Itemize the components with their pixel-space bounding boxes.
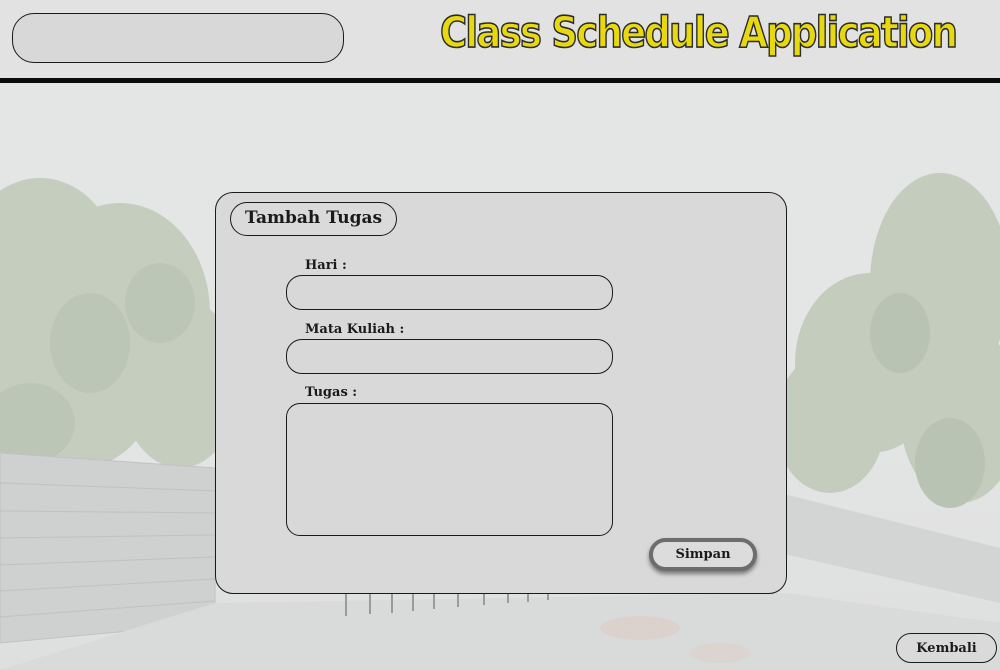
day-label: Hari : [305, 258, 347, 273]
task-textarea[interactable] [286, 403, 613, 536]
search-input[interactable] [12, 13, 344, 63]
task-label: Tugas : [305, 385, 358, 400]
back-button[interactable]: Kembali [896, 633, 997, 663]
day-input[interactable] [286, 275, 613, 310]
add-task-dialog: Tambah Tugas Hari : Mata Kuliah : Tugas … [215, 192, 787, 594]
app-title: Class Schedule Application [439, 7, 958, 59]
course-label: Mata Kuliah : [305, 322, 405, 337]
course-input[interactable] [286, 339, 613, 374]
dialog-title: Tambah Tugas [230, 202, 398, 236]
app-header: Class Schedule Application [0, 0, 1000, 83]
save-button[interactable]: Simpan [649, 538, 757, 571]
